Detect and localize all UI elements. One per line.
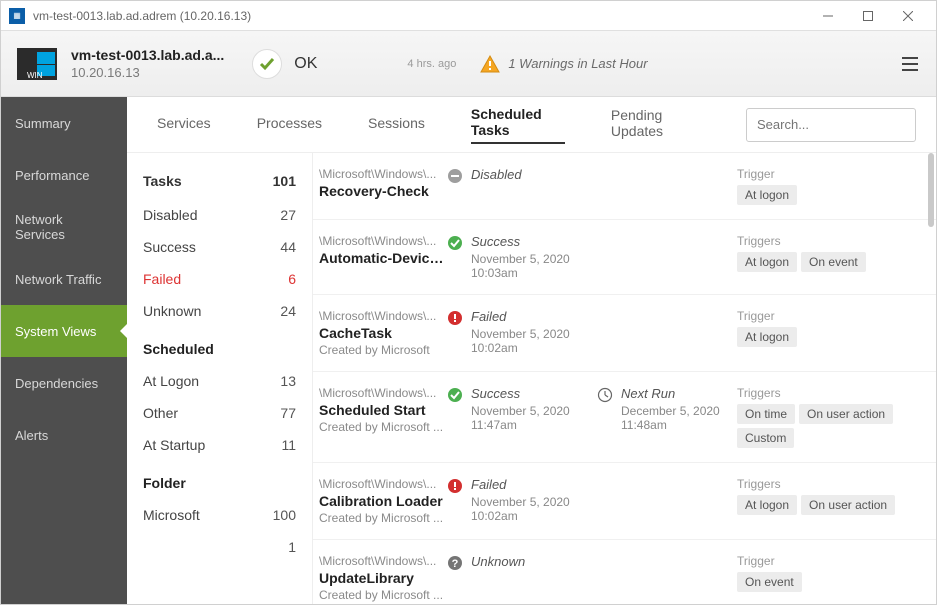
trigger-tag: At logon bbox=[737, 327, 797, 347]
trigger-tag: On user action bbox=[801, 495, 895, 515]
tab-sessions[interactable]: Sessions bbox=[368, 115, 425, 135]
clock-icon bbox=[597, 387, 615, 448]
filter-scheduled-atstartup[interactable]: At Startup11 bbox=[127, 429, 312, 461]
close-button[interactable] bbox=[888, 1, 928, 31]
sidebar: SummaryPerformanceNetwork ServicesNetwor… bbox=[1, 97, 127, 604]
tab-scheduled-tasks[interactable]: Scheduled Tasks bbox=[471, 106, 565, 144]
warning-text: 1 Warnings in Last Hour bbox=[508, 56, 647, 71]
panel-total: 101 bbox=[273, 173, 296, 189]
filter-folder-root[interactable]: 1 bbox=[127, 531, 312, 563]
sidebar-item-network-services[interactable]: Network Services bbox=[1, 201, 127, 253]
warning-wrap: 1 Warnings in Last Hour bbox=[480, 55, 647, 73]
trigger-tag: On user action bbox=[799, 404, 893, 424]
status-text: OK bbox=[294, 55, 317, 73]
warning-icon bbox=[480, 55, 500, 73]
maximize-button[interactable] bbox=[848, 1, 888, 31]
status-failed-icon bbox=[447, 478, 465, 525]
tab-pending-updates[interactable]: Pending Updates bbox=[611, 107, 700, 143]
status-ok-icon bbox=[252, 49, 282, 79]
task-row[interactable]: \Microsoft\Windows\...Automatic-Device..… bbox=[313, 220, 936, 295]
sidebar-item-summary[interactable]: Summary bbox=[1, 97, 127, 149]
trigger-tag: At logon bbox=[737, 252, 797, 272]
scrollbar-thumb[interactable] bbox=[928, 153, 934, 227]
sidebar-item-dependencies[interactable]: Dependencies bbox=[1, 357, 127, 409]
tab-services[interactable]: Services bbox=[157, 115, 211, 135]
panel-title: Tasks bbox=[143, 173, 182, 189]
status-unknown-icon: ? bbox=[447, 555, 465, 602]
task-row[interactable]: \Microsoft\Windows\...Calibration Loader… bbox=[313, 463, 936, 540]
filter-status-disabled[interactable]: Disabled27 bbox=[127, 199, 312, 231]
header: WIN vm-test-0013.lab.ad.a... 10.20.16.13… bbox=[1, 31, 936, 97]
status-age: 4 hrs. ago bbox=[407, 58, 456, 70]
task-row[interactable]: \Microsoft\Windows\...Scheduled StartCre… bbox=[313, 372, 936, 463]
filter-scheduled-other[interactable]: Other77 bbox=[127, 397, 312, 429]
svg-text:?: ? bbox=[452, 558, 459, 570]
task-row[interactable]: \Microsoft\Windows\...UpdateLibraryCreat… bbox=[313, 540, 936, 604]
host-name: vm-test-0013.lab.ad.a... bbox=[71, 47, 224, 63]
status-success-icon bbox=[447, 235, 465, 280]
status-success-icon bbox=[447, 387, 465, 448]
titlebar: ▦ vm-test-0013.lab.ad.adrem (10.20.16.13… bbox=[1, 1, 936, 31]
sidebar-item-network-traffic[interactable]: Network Traffic bbox=[1, 253, 127, 305]
status-wrap: OK bbox=[252, 49, 317, 79]
host-icon: WIN bbox=[17, 44, 57, 84]
minimize-button[interactable] bbox=[808, 1, 848, 31]
filter-scheduled-atlogon[interactable]: At Logon13 bbox=[127, 365, 312, 397]
hamburger-menu-button[interactable] bbox=[900, 56, 920, 72]
trigger-tag: On time bbox=[737, 404, 795, 424]
app-icon: ▦ bbox=[9, 8, 25, 24]
task-row[interactable]: \Microsoft\Windows\...CacheTaskCreated b… bbox=[313, 295, 936, 372]
sidebar-item-alerts[interactable]: Alerts bbox=[1, 409, 127, 461]
filter-status-unknown[interactable]: Unknown24 bbox=[127, 295, 312, 327]
trigger-tag: At logon bbox=[737, 495, 797, 515]
task-row[interactable]: \Microsoft\Windows\...Recovery-CheckDisa… bbox=[313, 153, 936, 220]
filter-status-failed[interactable]: Failed6 bbox=[127, 263, 312, 295]
scheduled-title: Scheduled bbox=[127, 327, 312, 365]
filter-status-success[interactable]: Success44 bbox=[127, 231, 312, 263]
svg-text:WIN: WIN bbox=[27, 71, 43, 80]
folder-title: Folder bbox=[127, 461, 312, 499]
sidebar-item-performance[interactable]: Performance bbox=[1, 149, 127, 201]
trigger-tag: At logon bbox=[737, 185, 797, 205]
trigger-tag: On event bbox=[801, 252, 866, 272]
window-title: vm-test-0013.lab.ad.adrem (10.20.16.13) bbox=[33, 9, 808, 23]
host-ip: 10.20.16.13 bbox=[71, 65, 224, 80]
status-disabled-icon bbox=[447, 168, 465, 205]
filter-panel: Tasks 101 Disabled27Success44Failed6Unkn… bbox=[127, 153, 313, 604]
trigger-tag: On event bbox=[737, 572, 802, 592]
status-failed-icon bbox=[447, 310, 465, 357]
host-info: vm-test-0013.lab.ad.a... 10.20.16.13 bbox=[71, 47, 224, 80]
tabs-row: Services Processes Sessions Scheduled Tasks… bbox=[127, 97, 936, 153]
tab-processes[interactable]: Processes bbox=[257, 115, 322, 135]
task-list[interactable]: \Microsoft\Windows\...Recovery-CheckDisa… bbox=[313, 153, 936, 604]
trigger-tag: Custom bbox=[737, 428, 794, 448]
filter-folder-microsoft[interactable]: Microsoft100 bbox=[127, 499, 312, 531]
search-input[interactable] bbox=[746, 108, 916, 142]
sidebar-item-system-views[interactable]: System Views bbox=[1, 305, 127, 357]
